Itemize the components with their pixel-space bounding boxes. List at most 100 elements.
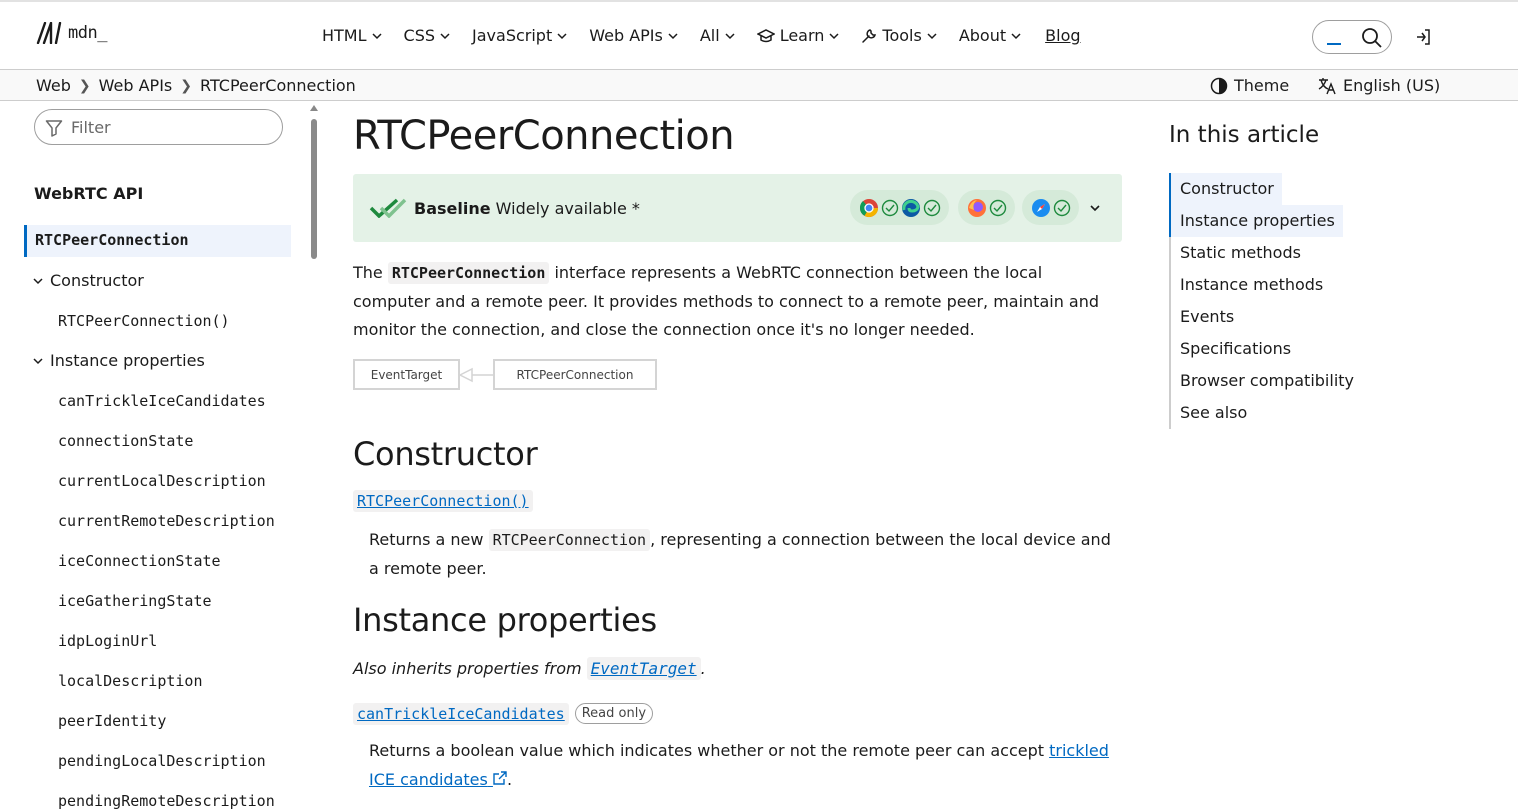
chevron-down-icon [829, 32, 839, 39]
search-icon [1362, 28, 1382, 48]
sidebar-item-property[interactable]: currentRemoteDescription [58, 512, 275, 530]
sidebar-group-constructor[interactable]: Constructor [32, 271, 144, 290]
toc-list: Constructor Instance properties Static m… [1169, 173, 1369, 429]
toc-item-specifications[interactable]: Specifications [1171, 333, 1369, 365]
chevron-down-icon [668, 32, 678, 39]
nav-learn[interactable]: Learn [756, 26, 840, 45]
toc-item-instance-properties-wrap: Instance properties [1169, 205, 1369, 237]
filter-placeholder: Filter [71, 118, 111, 137]
nav-label: All [699, 26, 720, 45]
baseline-strong: Baseline [414, 199, 491, 218]
toc-item-constructor[interactable]: Constructor [1171, 173, 1282, 205]
graduation-cap-icon [756, 28, 775, 42]
sidebar-item-active[interactable]: RTCPeerConnection [24, 225, 291, 257]
external-link-icon [493, 770, 507, 785]
chevron-down-icon [725, 32, 735, 39]
chevron-down-icon[interactable] [1089, 202, 1101, 214]
intro-text: The [353, 263, 388, 282]
inherits-text: Also inherits properties from [353, 659, 587, 678]
property-description: Returns a boolean value which indicates … [369, 737, 1113, 794]
nav-all[interactable]: All [700, 26, 735, 45]
inheritance-diagram: EventTarget RTCPeerConnection [353, 359, 657, 391]
sidebar-filter-input[interactable]: Filter [34, 109, 283, 145]
nav-javascript[interactable]: JavaScript [472, 26, 567, 45]
sidebar-title[interactable]: WebRTC API [34, 184, 143, 203]
eventtarget-link[interactable]: EventTarget [586, 657, 701, 680]
toc-item-events[interactable]: Events [1171, 301, 1369, 333]
toc-item-constructor-wrap: Constructor [1169, 173, 1369, 205]
nav-blog[interactable]: Blog [1045, 26, 1080, 45]
login-button[interactable] [1414, 28, 1432, 50]
scroll-up-arrow-icon[interactable] [310, 105, 318, 111]
browser-support-chromium [850, 190, 949, 225]
nav-css[interactable]: CSS [404, 26, 450, 45]
theme-icon [1210, 77, 1228, 94]
description-text: Returns a boolean value which indicates … [369, 741, 1050, 760]
sidebar-item-property[interactable]: peerIdentity [58, 712, 166, 730]
sidebar-item-constructor[interactable]: RTCPeerConnection() [58, 312, 230, 330]
nav-html[interactable]: HTML [322, 26, 382, 45]
nav-about[interactable]: About [959, 26, 1021, 45]
sidebar-group-properties[interactable]: Instance properties [32, 351, 205, 370]
language-switcher[interactable]: English (US) [1318, 76, 1440, 95]
baseline-banner[interactable]: Baseline Widely available * [353, 174, 1122, 242]
toc-item-browser-compatibility[interactable]: Browser compatibility [1171, 365, 1369, 397]
diagram-parent-box[interactable]: EventTarget [353, 359, 460, 390]
section-heading-instance-properties[interactable]: Instance properties [353, 601, 657, 639]
nav-web-apis[interactable]: Web APIs [589, 26, 678, 45]
breadcrumb-current[interactable]: RTCPeerConnection [200, 76, 356, 95]
sidebar-item-property[interactable]: canTrickleIceCandidates [58, 392, 266, 410]
wrench-icon [862, 28, 877, 43]
breadcrumb-web[interactable]: Web [36, 76, 71, 95]
intro-paragraph: The RTCPeerConnection interface represen… [353, 259, 1113, 345]
nav-tools[interactable]: Tools [861, 26, 937, 45]
scrollbar-thumb[interactable] [311, 119, 317, 259]
breadcrumb-web-apis[interactable]: Web APIs [99, 76, 173, 95]
constructor-description: Returns a new RTCPeerConnection, represe… [369, 526, 1113, 583]
theme-switcher[interactable]: Theme [1210, 76, 1289, 95]
chevron-down-icon [33, 277, 43, 284]
firefox-icon [967, 198, 986, 217]
section-heading-constructor[interactable]: Constructor [353, 435, 538, 473]
sidebar: Filter WebRTC API RTCPeerConnection Cons… [0, 101, 322, 811]
sidebar-item-property[interactable]: pendingRemoteDescription [58, 792, 275, 810]
toc-item-see-also[interactable]: See also [1171, 397, 1369, 429]
theme-label: Theme [1234, 76, 1290, 95]
sidebar-item-property[interactable]: pendingLocalDescription [58, 752, 266, 770]
sidebar-item-property[interactable]: localDescription [58, 672, 203, 690]
search-button[interactable] [1312, 20, 1392, 54]
sidebar-item-property[interactable]: iceGatheringState [58, 592, 212, 610]
sidebar-item-property[interactable]: connectionState [58, 432, 193, 450]
login-icon [1417, 29, 1430, 45]
breadcrumb-bar: Web ❯ Web APIs ❯ RTCPeerConnection Theme… [0, 70, 1518, 101]
search-caret [1327, 43, 1341, 45]
toc-item-instance-methods[interactable]: Instance methods [1171, 269, 1369, 301]
property-link[interactable]: canTrickleIceCandidates [353, 703, 569, 725]
sidebar-item-property[interactable]: iceConnectionState [58, 552, 221, 570]
chevron-right-icon: ❯ [180, 77, 192, 94]
baseline-check-icon [369, 198, 407, 218]
mdn-m-icon [36, 22, 62, 44]
nav-label: Tools [882, 26, 922, 45]
nav-label: CSS [403, 26, 436, 45]
toc-item-static-methods[interactable]: Static methods [1171, 237, 1369, 269]
sidebar-scrollbar[interactable] [309, 105, 319, 811]
description-text: . [506, 769, 513, 789]
sidebar-item-property[interactable]: currentLocalDescription [58, 472, 266, 490]
toc-item-instance-properties[interactable]: Instance properties [1171, 205, 1343, 237]
safari-icon [1031, 198, 1050, 217]
chevron-down-icon [557, 32, 567, 39]
top-navigation-bar: mdn_ HTML CSS JavaScript Web APIs All Le… [0, 0, 1518, 70]
page-title: RTCPeerConnection [353, 113, 735, 159]
nav-label: Web APIs [589, 26, 663, 45]
nav-label: Learn [779, 26, 825, 45]
chevron-down-icon [372, 32, 382, 39]
check-circle-icon [881, 199, 898, 216]
mdn-logo[interactable]: mdn_ [36, 22, 107, 44]
sidebar-item-property[interactable]: idpLoginUrl [58, 632, 157, 650]
toc-title: In this article [1169, 122, 1320, 148]
inherits-note: Also inherits properties from EventTarge… [353, 657, 706, 680]
filter-icon [45, 120, 63, 137]
main-nav: HTML CSS JavaScript Web APIs All Learn T… [322, 26, 1103, 45]
constructor-link[interactable]: RTCPeerConnection() [353, 490, 533, 512]
